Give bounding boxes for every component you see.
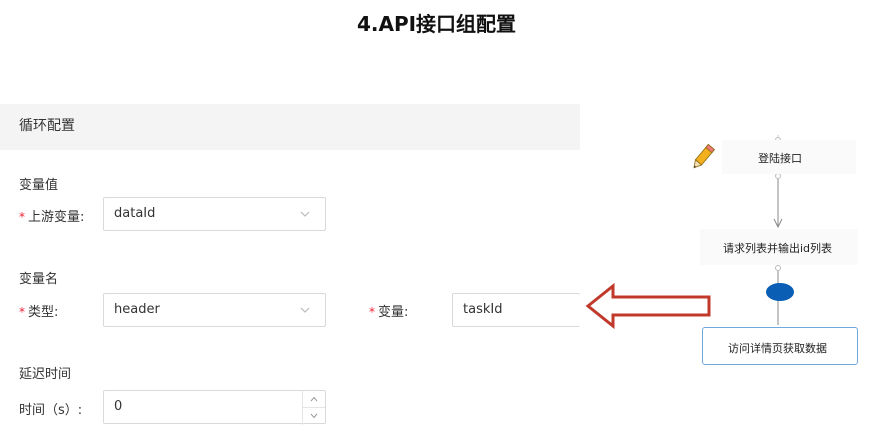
variable-value: taskId	[463, 302, 503, 317]
delay-section-label: 延迟时间	[19, 367, 72, 382]
variable-label-text: 变量:	[378, 305, 409, 320]
variable-name-section-label: 变量名	[19, 272, 59, 287]
variable-value-section-label: 变量值	[19, 178, 59, 193]
chevron-up-icon	[310, 396, 318, 402]
upstream-variable-label: * 上游变量:	[19, 206, 84, 225]
flow-node-login[interactable]: 登陆接口	[722, 140, 856, 174]
type-select[interactable]: header	[103, 293, 326, 327]
variable-input[interactable]: taskId	[452, 293, 580, 327]
required-mark: *	[369, 305, 375, 319]
required-mark: *	[19, 305, 25, 319]
type-value: header	[114, 302, 160, 317]
page-title: 4.API接口组配置	[356, 12, 517, 36]
variable-label: * 变量:	[369, 301, 408, 320]
flow-node-label: 登陆接口	[758, 152, 802, 165]
time-stepper[interactable]: 0	[103, 390, 326, 425]
flow-node-detail[interactable]: 访问详情页获取数据	[702, 327, 858, 365]
flow-node-label: 请求列表并输出id列表	[723, 242, 833, 255]
flow-node-label: 访问详情页获取数据	[728, 342, 827, 355]
chevron-down-icon	[310, 413, 318, 419]
type-label-text: 类型:	[28, 305, 59, 320]
flow-node-request-list[interactable]: 请求列表并输出id列表	[700, 229, 858, 265]
time-value: 0	[114, 399, 123, 414]
decrement-button[interactable]	[303, 407, 325, 424]
increment-button[interactable]	[303, 391, 325, 407]
upstream-variable-select[interactable]: dataId	[103, 197, 326, 231]
type-label: * 类型:	[19, 301, 58, 320]
time-label: 时间（s）:	[19, 403, 83, 418]
loop-config-header: 循环配置	[0, 104, 580, 150]
pencil-icon	[693, 143, 715, 169]
upstream-variable-value: dataId	[114, 206, 156, 221]
loop-dot	[766, 283, 794, 301]
chevron-down-icon	[300, 211, 310, 217]
upstream-variable-label-text: 上游变量:	[28, 210, 85, 225]
required-mark: *	[19, 210, 25, 224]
chevron-down-icon	[300, 307, 310, 313]
loop-config-title: 循环配置	[19, 118, 75, 134]
stepper-arrows	[302, 391, 325, 425]
